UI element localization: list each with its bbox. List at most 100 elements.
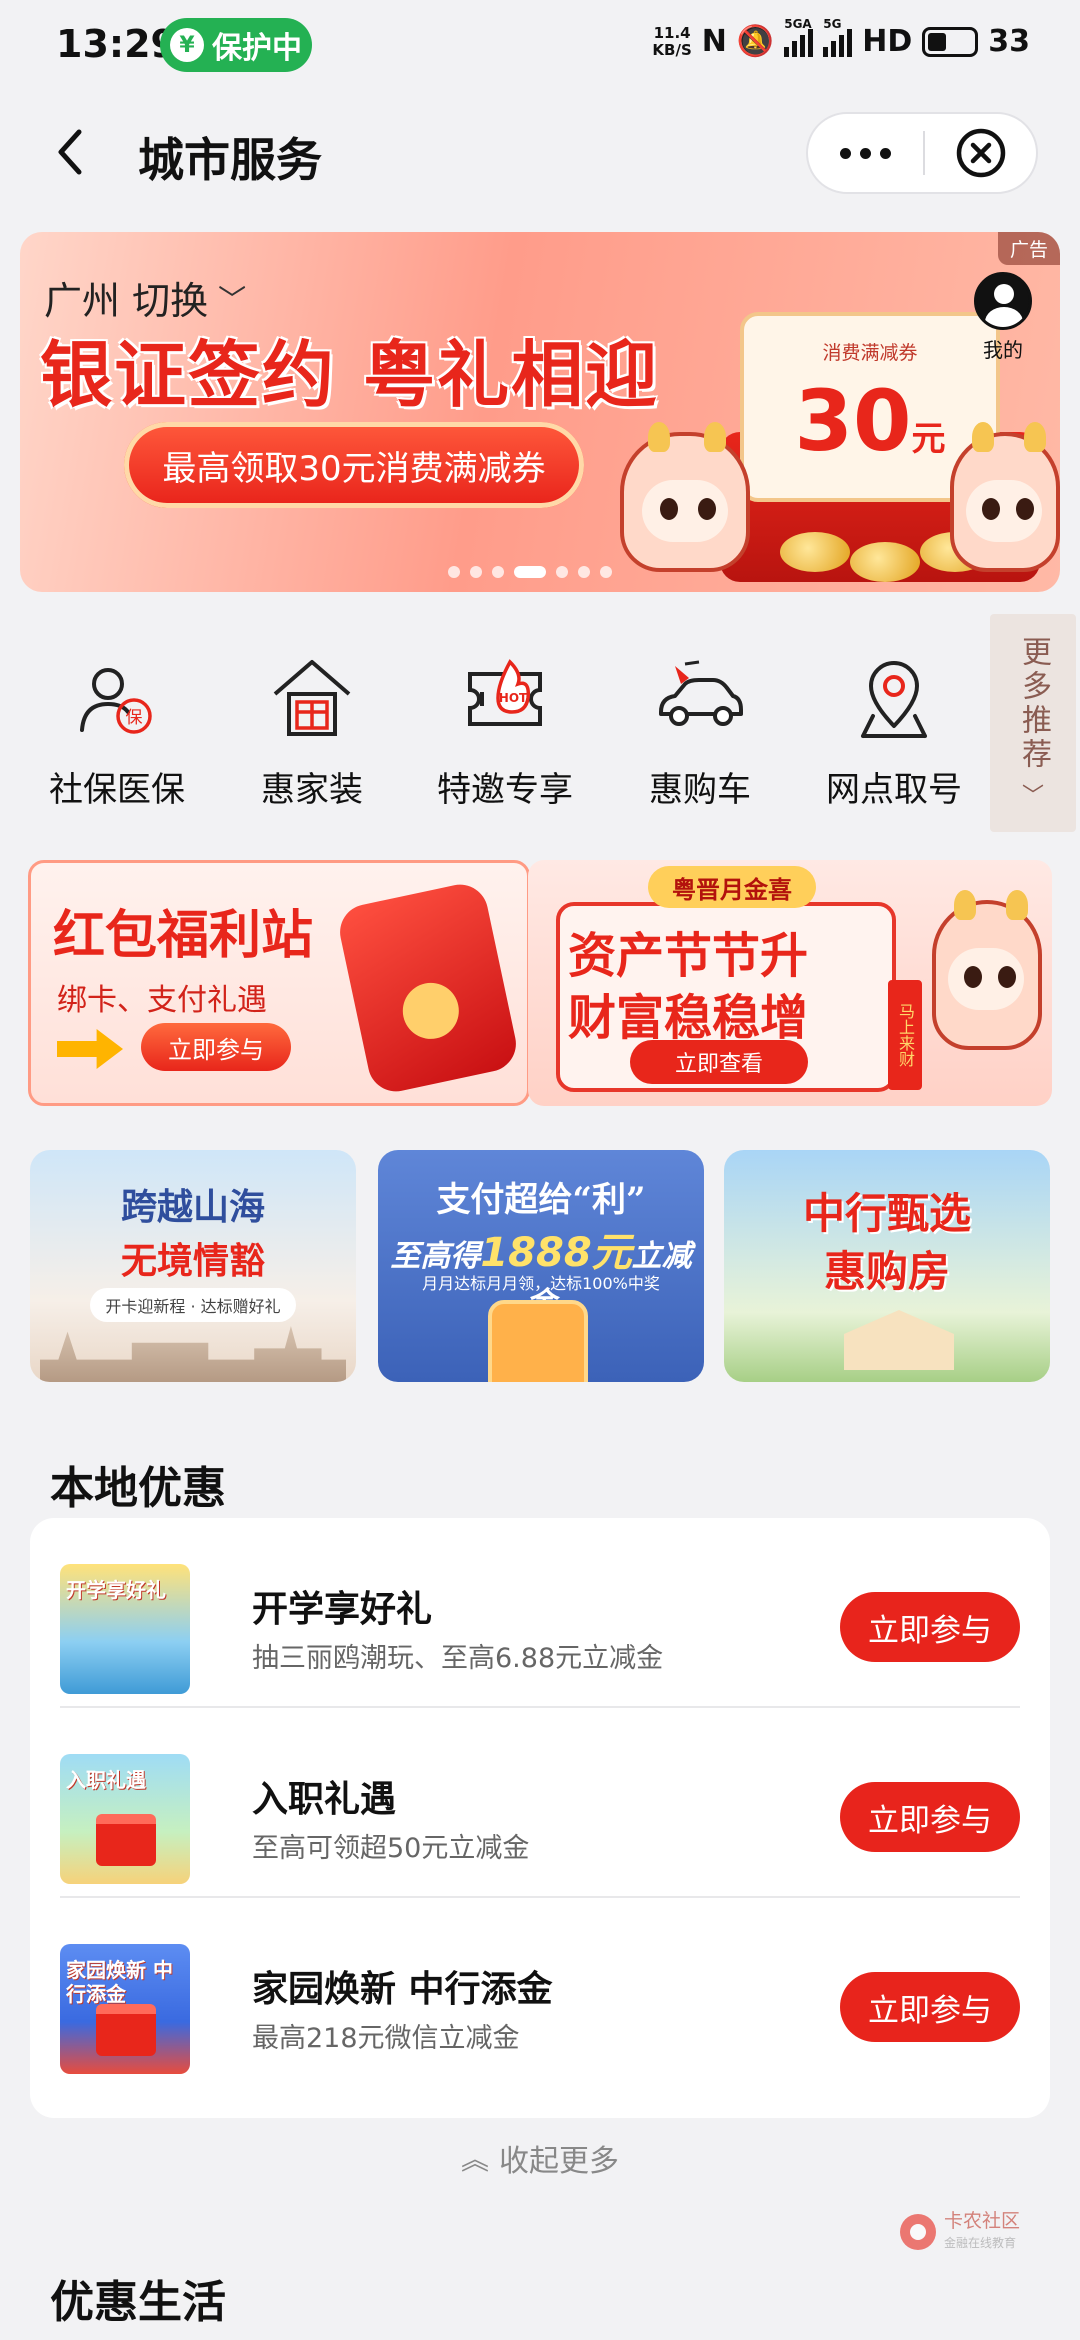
home-gift-icon: [273, 660, 351, 736]
protection-label: 保护中: [212, 31, 302, 66]
tile-subtitle: 开卡迎新程 · 达标赠好礼: [90, 1288, 296, 1322]
signal-5ga-icon: 5GA: [784, 17, 814, 57]
back-button[interactable]: [40, 122, 100, 182]
collapse-more-button[interactable]: ︽ 收起更多: [0, 2136, 1080, 2180]
promo-wealth[interactable]: 粤晋月金喜 资产节节升 财富稳稳增 立即查看 马上来财: [528, 860, 1052, 1106]
hot-ticket-icon: HOT: [468, 659, 542, 726]
chevron-left-icon: [58, 129, 82, 175]
offer-description: 至高可领超50元立减金: [252, 1833, 530, 1864]
promo-red-envelope[interactable]: 红包福利站 绑卡、支付礼遇 立即参与: [28, 860, 530, 1106]
location-pin-icon: [861, 661, 927, 738]
offer-thumbnail: 入职礼遇: [60, 1754, 190, 1884]
menu-item-car[interactable]: 惠购车: [615, 654, 785, 811]
promo-subtitle: 绑卡、支付礼遇: [57, 983, 267, 1018]
my-label: 我的: [983, 338, 1023, 362]
menu-item-vip[interactable]: HOT 特邀专享: [420, 654, 590, 811]
car-icon: [659, 660, 743, 726]
offer-title: 家园焕新 中行添金: [252, 1969, 553, 2010]
gift-box-icon: [96, 1814, 156, 1866]
mute-bell-icon: 🔕: [736, 24, 775, 59]
shield-icon: ¥: [170, 28, 204, 62]
tile-line-2: 惠购房: [823, 1247, 950, 1296]
arrow-right-icon: [57, 1029, 123, 1069]
battery-level: 33: [988, 24, 1030, 59]
menu-item-branch-queue[interactable]: 网点取号: [809, 654, 979, 811]
tile-subtitle: 月月达标月月领，达标100%中奖: [422, 1274, 660, 1293]
collapse-label: 收起更多: [499, 2144, 619, 2179]
status-bar: 13:29 ¥ 保护中 11.4 KB/S Ν 🔕 5GA 5G HD 33: [0, 0, 1080, 92]
tile-line-1: 支付超给“利”: [436, 1180, 646, 1220]
clock: 13:29: [56, 22, 177, 66]
promo-line-1: 资产节节升: [568, 928, 809, 984]
quick-menu: 保 社保医保 惠家装 HOT 特邀专享 惠购车 网点取号: [0, 614, 1080, 834]
join-button[interactable]: 立即参与: [840, 1972, 1020, 2042]
phone-icon: [488, 1300, 588, 1382]
close-circle-icon: [956, 128, 1005, 178]
gift-box-icon: [96, 2004, 156, 2056]
more-recommend-button[interactable]: 更多推荐 ﹀: [990, 614, 1076, 832]
banner-title: 银证签约 粤礼相迎: [40, 332, 660, 417]
tile-payment[interactable]: 支付超给“利” 至高得1888元立减金 月月达标月月领，达标100%中奖: [378, 1150, 704, 1382]
top-banner[interactable]: 消费满减券 30元 广告 广州 切换 ﹀ 我的 银证签约 粤礼相迎 最高领取30…: [20, 232, 1060, 592]
join-button[interactable]: 立即参与: [840, 1592, 1020, 1662]
signal-5g-icon: 5G: [823, 17, 853, 57]
banner-cta[interactable]: 最高领取30元消费满减券: [124, 422, 584, 508]
social-security-icon: 保: [80, 668, 152, 734]
svg-text:HOT: HOT: [499, 691, 528, 705]
hd-icon: HD: [862, 24, 913, 59]
local-offers-card: 开学享好礼 开学享好礼 抽三丽鸥潮玩、至高6.88元立减金 立即参与 入职礼遇 …: [30, 1518, 1050, 2118]
more-button[interactable]: [808, 114, 923, 192]
menu-item-social-security[interactable]: 保 社保医保: [32, 654, 202, 811]
horse-mascot-icon: [950, 422, 1060, 572]
promo-title: 红包福利站: [53, 905, 314, 966]
horse-mascot-icon: [932, 890, 1042, 1050]
list-item-offer[interactable]: 入职礼遇 入职礼遇 至高可领超50元立减金 立即参与: [60, 1708, 1020, 1898]
landmarks-icon: [40, 1326, 346, 1382]
horse-mascot-icon: [620, 422, 750, 572]
promo-tag: 粤晋月金喜: [648, 866, 816, 908]
net-speed: 11.4 KB/S: [652, 23, 692, 59]
offer-title: 开学享好礼: [252, 1589, 433, 1630]
promo-line-2: 财富稳稳增: [568, 990, 809, 1046]
mini-program-capsule: [806, 112, 1038, 194]
offer-description: 抽三丽鸥潮玩、至高6.88元立减金: [252, 1643, 664, 1674]
menu-item-home-decor[interactable]: 惠家装: [227, 654, 397, 811]
tile-house-purchase[interactable]: 中行甄选 惠购房: [724, 1150, 1050, 1382]
more-recommend-label: 更多推荐: [1016, 636, 1051, 772]
chevron-down-icon: ﹀: [1021, 784, 1044, 809]
user-icon: [974, 272, 1032, 330]
tile-line-1: 中行甄选: [802, 1189, 971, 1238]
double-chevron-up-icon: ︽: [460, 2143, 489, 2176]
promo-join-button[interactable]: 立即参与: [141, 1023, 291, 1071]
battery-icon: [922, 26, 979, 57]
offer-thumbnail: 开学享好礼: [60, 1564, 190, 1694]
close-button[interactable]: [925, 114, 1036, 192]
promo-view-button[interactable]: 立即查看: [630, 1040, 808, 1084]
ad-tag: 广告: [997, 232, 1060, 265]
nav-bar: 城市服务: [0, 92, 1080, 214]
section-title-life: 优惠生活: [50, 2277, 226, 2328]
svg-text:保: 保: [126, 708, 143, 728]
tile-cross-border[interactable]: 跨越山海 无境情豁 开卡迎新程 · 达标赠好礼: [30, 1150, 356, 1382]
status-icons: 11.4 KB/S Ν 🔕 5GA 5G HD 33: [652, 17, 1030, 60]
my-account-button[interactable]: 我的: [968, 272, 1038, 363]
offer-thumbnail: 家园焕新 中行添金: [60, 1944, 190, 2074]
section-title-local: 本地优惠: [50, 1463, 226, 1514]
watermark-logo-icon: [900, 2214, 936, 2250]
chevron-down-icon: ﹀: [218, 282, 247, 316]
protection-badge[interactable]: ¥ 保护中: [160, 18, 312, 72]
gold-ingot-icon: [850, 542, 920, 582]
house-icon: [844, 1310, 954, 1370]
offer-title: 入职礼遇: [252, 1779, 397, 1820]
promo-side-banner: 马上来财: [888, 980, 922, 1090]
join-button[interactable]: 立即参与: [840, 1782, 1020, 1852]
tile-line-2: 无境情豁: [120, 1240, 265, 1282]
carousel-dots: [448, 566, 612, 578]
list-item-offer[interactable]: 开学享好礼 开学享好礼 抽三丽鸥潮玩、至高6.88元立减金 立即参与: [60, 1518, 1020, 1708]
watermark-text: 卡农社区 金融在线教育: [944, 2210, 1021, 2250]
offer-description: 最高218元微信立减金: [252, 2023, 520, 2054]
list-item-offer[interactable]: 家园焕新 中行添金 家园焕新 中行添金 最高218元微信立减金 立即参与: [60, 1898, 1020, 2088]
gold-ingot-icon: [780, 532, 850, 572]
red-envelope-icon: [334, 879, 522, 1097]
coupon-value: 30元: [794, 372, 946, 470]
